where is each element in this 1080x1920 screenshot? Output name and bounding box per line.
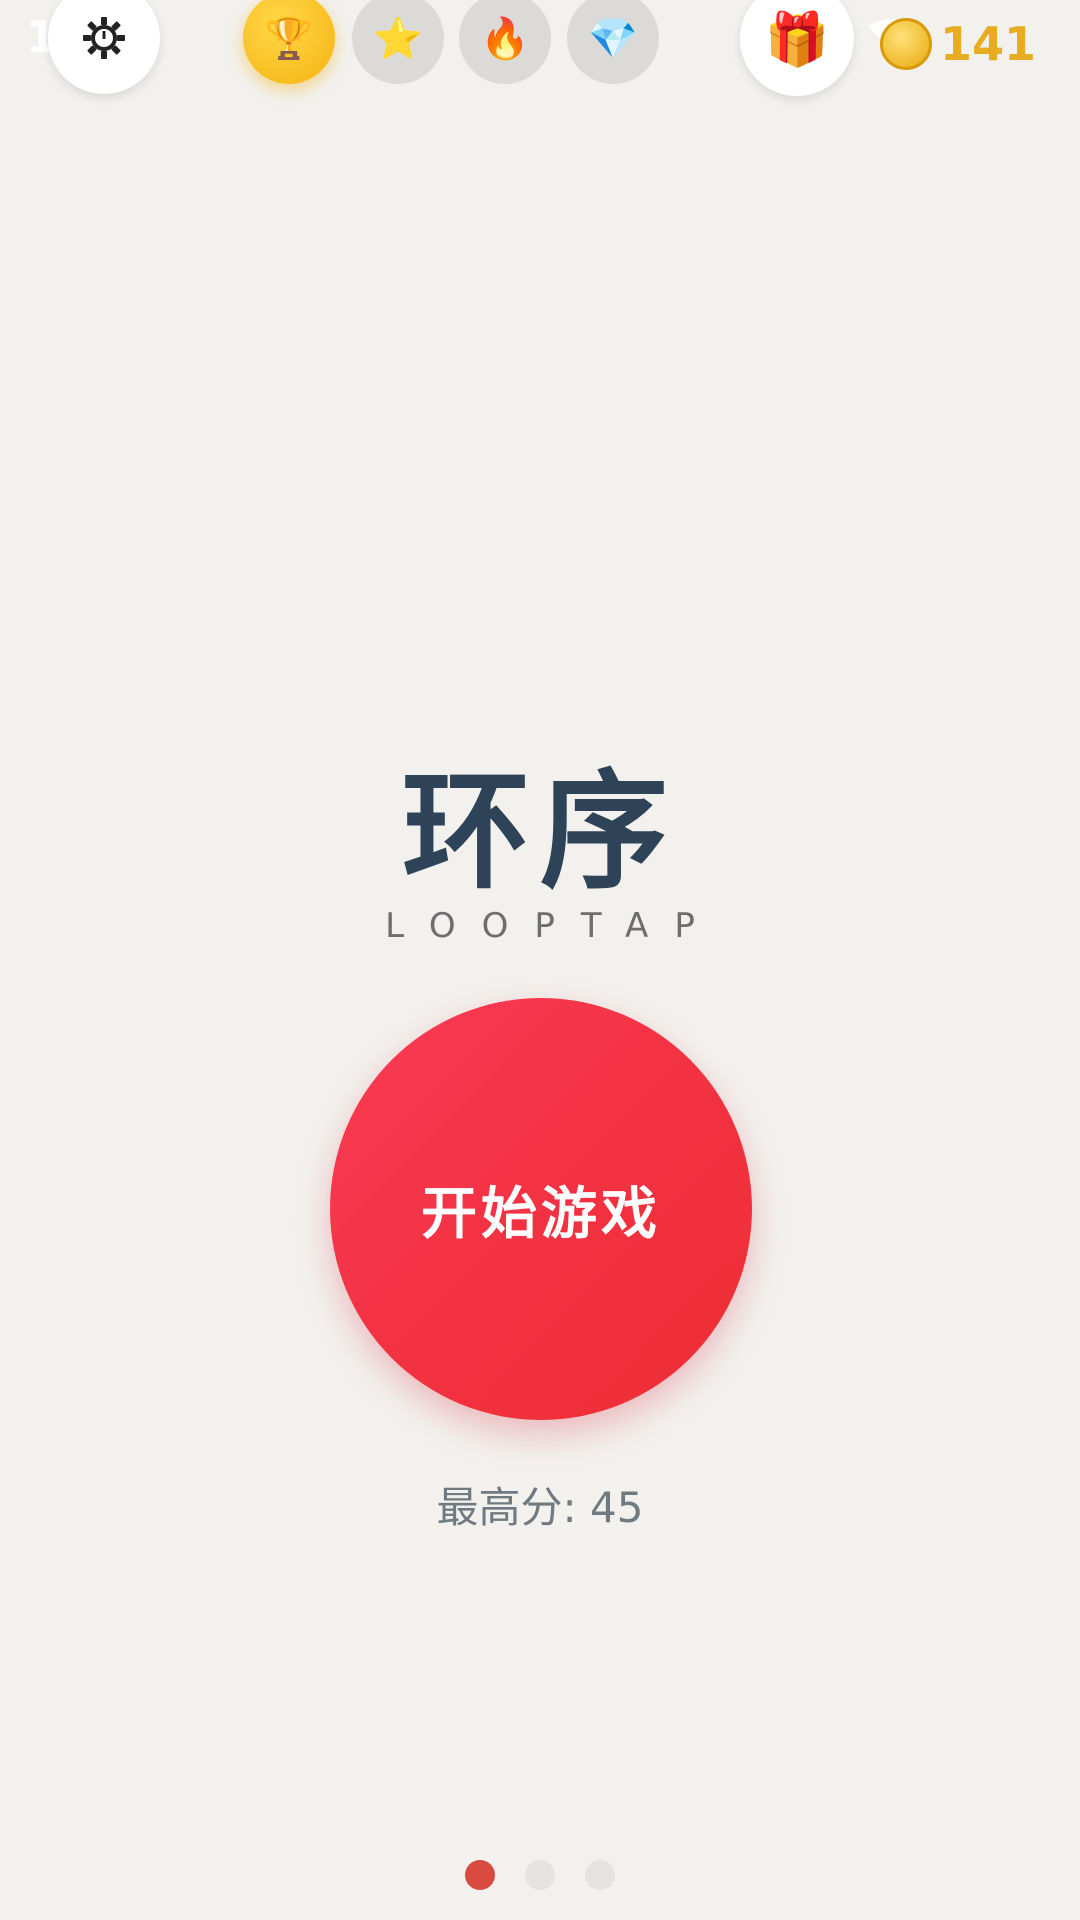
coin-count: 141 bbox=[940, 17, 1037, 71]
badge-diamond[interactable]: 💎 bbox=[567, 0, 659, 84]
diamond-icon: 💎 bbox=[588, 15, 638, 62]
settings-button[interactable] bbox=[48, 0, 160, 94]
gift-icon: 🎁 bbox=[764, 9, 830, 70]
gear-icon bbox=[83, 17, 125, 59]
coin-icon bbox=[880, 18, 932, 70]
star-icon: ⭐ bbox=[373, 15, 423, 62]
coin-balance[interactable]: 141 bbox=[880, 14, 1036, 74]
page-dot-1[interactable] bbox=[465, 1860, 495, 1890]
trophy-icon: 🏆 bbox=[264, 15, 314, 62]
game-home-screen: 1 🏆 ⭐ 🔥 💎 🎁 141 环序 LOOPTAP 开始游戏 最高分: 45 bbox=[0, 0, 1080, 1920]
high-score: 最高分: 45 bbox=[436, 1483, 644, 1532]
game-title: 环序 bbox=[401, 758, 678, 907]
page-dot-2[interactable] bbox=[525, 1860, 555, 1890]
game-subtitle: LOOPTAP bbox=[385, 906, 721, 946]
page-indicator bbox=[0, 1860, 1080, 1890]
gift-button[interactable]: 🎁 bbox=[740, 0, 854, 96]
badge-trophy[interactable]: 🏆 bbox=[243, 0, 335, 84]
start-game-button[interactable]: 开始游戏 bbox=[330, 998, 752, 1420]
badge-fire[interactable]: 🔥 bbox=[459, 0, 551, 84]
badge-star[interactable]: ⭐ bbox=[352, 0, 444, 84]
page-dot-3[interactable] bbox=[585, 1860, 615, 1890]
fire-icon: 🔥 bbox=[480, 15, 530, 62]
start-game-label: 开始游戏 bbox=[421, 1181, 661, 1247]
